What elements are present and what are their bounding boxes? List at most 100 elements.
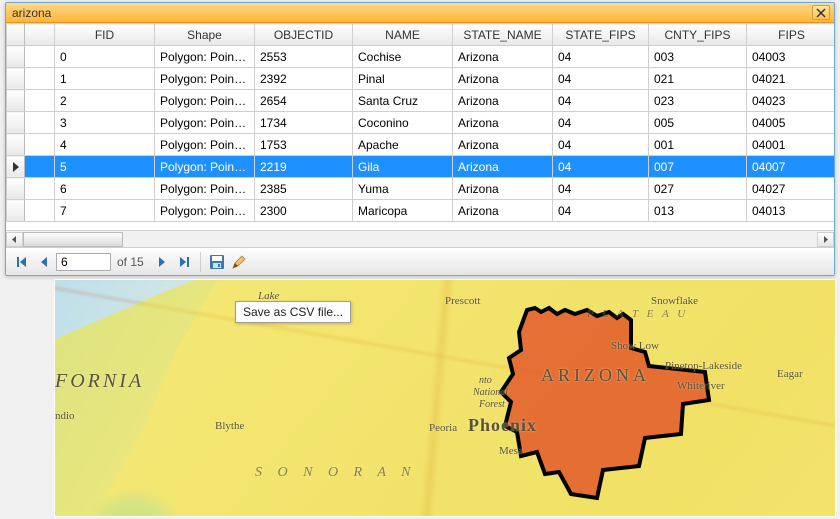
cell-name[interactable]: Maricopa: [353, 200, 453, 222]
cell-shape[interactable]: Polygon: Point c...: [155, 90, 255, 112]
cell-fid[interactable]: 0: [55, 46, 155, 68]
titlebar[interactable]: arizona: [6, 3, 834, 23]
cell-objectid[interactable]: 2385: [255, 178, 353, 200]
cell-name[interactable]: Apache: [353, 134, 453, 156]
cell-fips[interactable]: 04003: [747, 46, 835, 68]
cell-state_name[interactable]: Arizona: [453, 134, 553, 156]
table-row[interactable]: 7Polygon: Point c...2300MaricopaArizona0…: [7, 200, 835, 222]
cell-state_fips[interactable]: 04: [553, 156, 649, 178]
column-header-cntyfips[interactable]: CNTY_FIPS: [649, 24, 747, 46]
cell-fid[interactable]: 4: [55, 134, 155, 156]
cell-state_name[interactable]: Arizona: [453, 178, 553, 200]
cell-name[interactable]: Santa Cruz: [353, 90, 453, 112]
cell-name[interactable]: Yuma: [353, 178, 453, 200]
cell-cnty_fips[interactable]: 001: [649, 134, 747, 156]
column-header-fips[interactable]: FIPS: [747, 24, 835, 46]
row-selector-header[interactable]: [7, 24, 25, 46]
cell-fid[interactable]: 5: [55, 156, 155, 178]
cell-objectid[interactable]: 2553: [255, 46, 353, 68]
last-record-button[interactable]: [174, 252, 194, 272]
row-selector[interactable]: [7, 156, 25, 178]
cell-fid[interactable]: 7: [55, 200, 155, 222]
prev-record-button[interactable]: [34, 252, 54, 272]
cell-state_name[interactable]: Arizona: [453, 46, 553, 68]
cell-objectid[interactable]: 2219: [255, 156, 353, 178]
cell-cnty_fips[interactable]: 005: [649, 112, 747, 134]
cell-cnty_fips[interactable]: 003: [649, 46, 747, 68]
cell-cnty_fips[interactable]: 021: [649, 68, 747, 90]
scroll-track[interactable]: [23, 232, 817, 247]
record-number-input[interactable]: [56, 253, 111, 271]
table-row[interactable]: 1Polygon: Point c...2392PinalArizona0402…: [7, 68, 835, 90]
cell-shape[interactable]: Polygon: Point c...: [155, 46, 255, 68]
cell-objectid[interactable]: 1753: [255, 134, 353, 156]
column-header-name[interactable]: NAME: [353, 24, 453, 46]
cell-state_name[interactable]: Arizona: [453, 112, 553, 134]
cell-cnty_fips[interactable]: 027: [649, 178, 747, 200]
cell-state_fips[interactable]: 04: [553, 90, 649, 112]
cell-name[interactable]: Coconino: [353, 112, 453, 134]
cell-fips[interactable]: 04027: [747, 178, 835, 200]
cell-cnty_fips[interactable]: 013: [649, 200, 747, 222]
table-row[interactable]: 4Polygon: Point c...1753ApacheArizona040…: [7, 134, 835, 156]
row-selector[interactable]: [7, 178, 25, 200]
horizontal-scrollbar[interactable]: [6, 230, 834, 247]
cell-state_fips[interactable]: 04: [553, 178, 649, 200]
table-row[interactable]: 3Polygon: Point c...1734CoconinoArizona0…: [7, 112, 835, 134]
cell-shape[interactable]: Polygon: Point c...: [155, 112, 255, 134]
cell-fips[interactable]: 04001: [747, 134, 835, 156]
scroll-thumb[interactable]: [23, 232, 123, 247]
cell-shape[interactable]: Polygon: Point c...: [155, 134, 255, 156]
cell-fips[interactable]: 04005: [747, 112, 835, 134]
row-selector[interactable]: [7, 46, 25, 68]
row-selector[interactable]: [7, 200, 25, 222]
cell-objectid[interactable]: 2300: [255, 200, 353, 222]
column-header-statefips[interactable]: STATE_FIPS: [553, 24, 649, 46]
table-row[interactable]: 5Polygon: Point c...2219GilaArizona04007…: [7, 156, 835, 178]
cell-objectid[interactable]: 1734: [255, 112, 353, 134]
table-row[interactable]: 2Polygon: Point c...2654Santa CruzArizon…: [7, 90, 835, 112]
cell-fid[interactable]: 2: [55, 90, 155, 112]
close-button[interactable]: [812, 5, 830, 20]
cell-cnty_fips[interactable]: 023: [649, 90, 747, 112]
cell-fid[interactable]: 6: [55, 178, 155, 200]
row-selector[interactable]: [7, 134, 25, 156]
row-selector[interactable]: [7, 68, 25, 90]
cell-state_name[interactable]: Arizona: [453, 90, 553, 112]
data-grid[interactable]: FID Shape OBJECTID NAME STATE_NAME STATE…: [6, 23, 834, 230]
cell-state_fips[interactable]: 04: [553, 200, 649, 222]
save-csv-button[interactable]: [207, 252, 227, 272]
column-header-fid[interactable]: FID: [55, 24, 155, 46]
cell-fips[interactable]: 04013: [747, 200, 835, 222]
column-header-objectid[interactable]: OBJECTID: [255, 24, 353, 46]
next-record-button[interactable]: [152, 252, 172, 272]
cell-name[interactable]: Cochise: [353, 46, 453, 68]
cell-state_name[interactable]: Arizona: [453, 156, 553, 178]
cell-shape[interactable]: Polygon: Point c...: [155, 178, 255, 200]
scroll-right-button[interactable]: [817, 232, 834, 247]
first-record-button[interactable]: [12, 252, 32, 272]
column-header-statename[interactable]: STATE_NAME: [453, 24, 553, 46]
map-view[interactable]: Phoenix ARIZONA FORNIA S O N O R A N Pre…: [54, 279, 836, 517]
cell-objectid[interactable]: 2392: [255, 68, 353, 90]
cell-name[interactable]: Pinal: [353, 68, 453, 90]
cell-state_fips[interactable]: 04: [553, 46, 649, 68]
row-selector[interactable]: [7, 90, 25, 112]
cell-shape[interactable]: Polygon: Point c...: [155, 200, 255, 222]
cell-fid[interactable]: 3: [55, 112, 155, 134]
cell-state_fips[interactable]: 04: [553, 134, 649, 156]
table-row[interactable]: 0Polygon: Point c...2553CochiseArizona04…: [7, 46, 835, 68]
row-selector[interactable]: [7, 112, 25, 134]
cell-fips[interactable]: 04021: [747, 68, 835, 90]
cell-shape[interactable]: Polygon: Point c...: [155, 156, 255, 178]
column-header-shape[interactable]: Shape: [155, 24, 255, 46]
cell-state_fips[interactable]: 04: [553, 68, 649, 90]
cell-cnty_fips[interactable]: 007: [649, 156, 747, 178]
cell-state_fips[interactable]: 04: [553, 112, 649, 134]
cell-fips[interactable]: 04007: [747, 156, 835, 178]
cell-name[interactable]: Gila: [353, 156, 453, 178]
edit-button[interactable]: [229, 252, 249, 272]
cell-state_name[interactable]: Arizona: [453, 68, 553, 90]
table-row[interactable]: 6Polygon: Point c...2385YumaArizona04027…: [7, 178, 835, 200]
cell-state_name[interactable]: Arizona: [453, 200, 553, 222]
